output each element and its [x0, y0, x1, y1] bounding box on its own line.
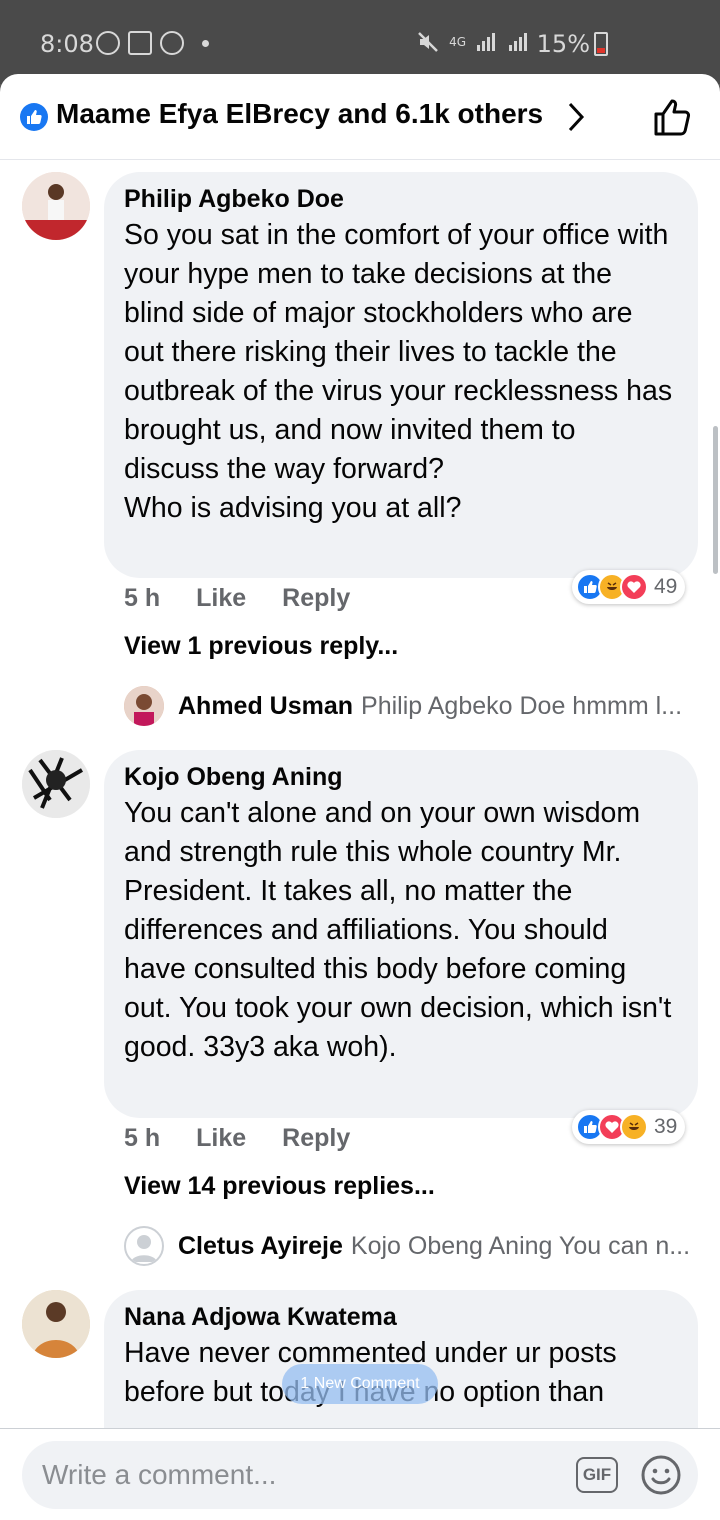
likes-summary[interactable]: Maame Efya ElBrecy and 6.1k others: [56, 98, 543, 130]
reaction-count: 39: [654, 1115, 678, 1138]
comment-time: 5 h: [124, 1124, 161, 1152]
gallery-icon: [128, 31, 152, 55]
like-button[interactable]: Like: [196, 584, 246, 613]
love-reaction-icon: [620, 573, 648, 601]
avatar[interactable]: [124, 1226, 164, 1266]
comment-text: So you sat in the comfort of your office…: [124, 219, 673, 524]
reactions-header[interactable]: Maame Efya ElBrecy and 6.1k others: [0, 74, 720, 160]
view-previous-replies[interactable]: View 1 previous reply...: [124, 632, 398, 661]
mute-icon: [418, 32, 438, 52]
like-button[interactable]: Like: [196, 1124, 246, 1153]
reaction-summary[interactable]: 39: [572, 1110, 686, 1144]
like-post-button[interactable]: [652, 96, 694, 138]
comment-composer: GIF: [0, 1428, 720, 1520]
comment-time: 5 h: [124, 584, 161, 612]
comment-bubble[interactable]: Kojo Obeng Aning You can't alone and on …: [104, 750, 698, 1118]
reply-author[interactable]: Ahmed Usman: [178, 692, 353, 721]
comments-sheet: Maame Efya ElBrecy and 6.1k others Phili…: [0, 74, 720, 1520]
comment-text: You can't alone and on your own wisdom a…: [124, 797, 680, 1063]
reply-preview[interactable]: Ahmed Usman Philip Agbeko Doe hmmm l...: [124, 686, 682, 726]
haha-reaction-icon: [620, 1113, 648, 1141]
battery-icon: [594, 32, 608, 56]
status-time: 8:08: [40, 30, 94, 58]
reply-button[interactable]: Reply: [282, 584, 350, 613]
comment-actions: 5 h Like Reply: [124, 584, 386, 613]
view-previous-replies[interactable]: View 14 previous replies...: [124, 1172, 435, 1201]
status-bar: 8:08 4G 15%: [0, 0, 720, 84]
signal-icon: [477, 33, 495, 51]
new-comment-pill[interactable]: 1 New Comment: [282, 1364, 438, 1404]
notification-dot-icon: [202, 39, 209, 47]
reaction-summary[interactable]: 49: [572, 570, 686, 604]
whatsapp-icon: [96, 31, 120, 55]
avatar[interactable]: [22, 1290, 90, 1358]
whatsapp-icon-2: [160, 31, 184, 55]
reply-snippet: Philip Agbeko Doe hmmm l...: [361, 691, 683, 720]
like-reaction-icon: [20, 103, 48, 131]
avatar[interactable]: [22, 750, 90, 818]
comment-input[interactable]: [42, 1453, 562, 1497]
comment-bubble[interactable]: Philip Agbeko Doe So you sat in the comf…: [104, 172, 698, 578]
emoji-icon[interactable]: [640, 1454, 682, 1496]
signal-icon-2: [509, 33, 527, 51]
avatar[interactable]: [124, 686, 164, 726]
network-type: 4G: [449, 35, 466, 49]
reply-author[interactable]: Cletus Ayireje: [178, 1232, 343, 1261]
reply-button[interactable]: Reply: [282, 1124, 350, 1153]
gif-button[interactable]: GIF: [576, 1457, 618, 1493]
reply-preview[interactable]: Cletus Ayireje Kojo Obeng Aning You can …: [124, 1226, 690, 1266]
chevron-right-icon[interactable]: [566, 100, 586, 134]
comment-author[interactable]: Nana Adjowa Kwatema: [124, 1300, 676, 1334]
comment-input-box[interactable]: GIF: [22, 1441, 698, 1509]
scrollbar[interactable]: [713, 426, 718, 574]
reaction-count: 49: [654, 575, 678, 598]
comment-author[interactable]: Philip Agbeko Doe: [124, 182, 676, 216]
battery-percent: 15%: [536, 30, 590, 58]
avatar[interactable]: [22, 172, 90, 240]
comment-actions: 5 h Like Reply: [124, 1124, 386, 1153]
reply-snippet: Kojo Obeng Aning You can n...: [350, 1231, 691, 1260]
comment-author[interactable]: Kojo Obeng Aning: [124, 760, 676, 794]
